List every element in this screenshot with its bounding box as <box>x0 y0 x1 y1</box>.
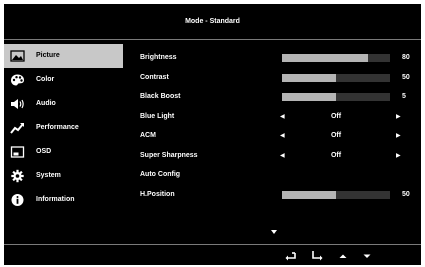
setting-label: ACM <box>140 132 156 139</box>
sidebar-item-label: Audio <box>36 100 56 107</box>
setting-label: Blue Light <box>140 112 175 120</box>
contrast-row[interactable]: Contrast 50 <box>136 68 416 88</box>
sidebar-item-system[interactable]: System <box>4 164 123 188</box>
divider <box>4 39 421 40</box>
right-arrow-icon[interactable]: ▶ <box>396 132 401 139</box>
up-key-icon[interactable] <box>336 249 350 263</box>
sidebar-item-color[interactable]: Color <box>4 68 123 92</box>
h-position-slider[interactable] <box>282 190 390 199</box>
osd-menu: Mode - Standard Picture Color Audio Perf… <box>4 4 421 265</box>
sidebar-item-osd[interactable]: OSD <box>4 140 123 164</box>
brightness-slider[interactable] <box>282 54 390 62</box>
menu-title: Mode - Standard <box>185 18 240 25</box>
slider-fill <box>282 73 336 82</box>
sidebar-item-audio[interactable]: Audio <box>4 92 123 116</box>
slider-fill <box>282 190 336 199</box>
performance-chart-icon <box>10 123 24 134</box>
contrast-slider[interactable] <box>282 73 390 82</box>
right-arrow-icon[interactable]: ▶ <box>396 152 401 159</box>
acm-row[interactable]: ACM ◀ Off ▶ <box>136 126 416 146</box>
info-icon <box>11 194 24 206</box>
h-position-row[interactable]: H.Position 50 <box>136 185 416 205</box>
sidebar-item-label: System <box>36 172 61 179</box>
setting-label: H.Position <box>140 190 175 198</box>
option-value: Off <box>330 132 342 139</box>
black-boost-slider[interactable] <box>282 93 390 101</box>
black-boost-row[interactable]: Black Boost 5 <box>136 87 416 107</box>
sidebar-item-label: OSD <box>36 148 52 155</box>
sidebar-item-label: Information <box>36 196 75 203</box>
setting-label: Black Boost <box>140 93 181 100</box>
slider-fill <box>282 54 369 62</box>
sidebar-item-picture[interactable]: Picture <box>4 44 123 68</box>
setting-label: Auto Config <box>140 171 181 178</box>
back-key-icon[interactable] <box>284 249 298 263</box>
osd-window-icon <box>10 146 25 158</box>
blue-light-row[interactable]: Blue Light ◀ Off ▶ <box>136 107 416 127</box>
right-arrow-icon[interactable]: ▶ <box>396 113 401 120</box>
sidebar: Picture Color Audio Performance OSD Syst… <box>4 44 126 212</box>
speaker-icon <box>11 99 24 109</box>
setting-value: 80 <box>402 54 410 61</box>
auto-config-row[interactable]: Auto Config <box>136 165 416 185</box>
sidebar-item-performance[interactable]: Performance <box>4 116 123 140</box>
setting-label: Contrast <box>140 73 169 81</box>
sidebar-item-information[interactable]: Information <box>4 188 123 212</box>
slider-fill <box>282 93 336 101</box>
divider <box>4 244 421 245</box>
sidebar-item-label: Picture <box>36 52 60 59</box>
sidebar-item-label: Color <box>36 76 55 83</box>
picture-icon <box>10 50 25 62</box>
sidebar-item-label: Performance <box>36 124 79 131</box>
scroll-down-icon[interactable] <box>271 230 277 234</box>
setting-label: Brightness <box>140 54 177 61</box>
setting-value: 50 <box>402 73 410 81</box>
option-value: Off <box>330 112 342 120</box>
super-sharpness-row[interactable]: Super Sharpness ◀ Off ▶ <box>136 146 416 166</box>
settings-panel: Brightness 80 Contrast 50 Black Boost 5 … <box>136 48 416 204</box>
down-key-icon[interactable] <box>360 249 374 263</box>
setting-value: 5 <box>402 93 406 100</box>
color-palette-icon <box>11 74 24 86</box>
option-value: Off <box>330 151 342 159</box>
setting-value: 50 <box>402 190 410 198</box>
brightness-row[interactable]: Brightness 80 <box>136 48 416 68</box>
setting-label: Super Sharpness <box>140 151 198 159</box>
gear-icon <box>11 169 24 183</box>
enter-key-icon[interactable] <box>310 249 324 263</box>
